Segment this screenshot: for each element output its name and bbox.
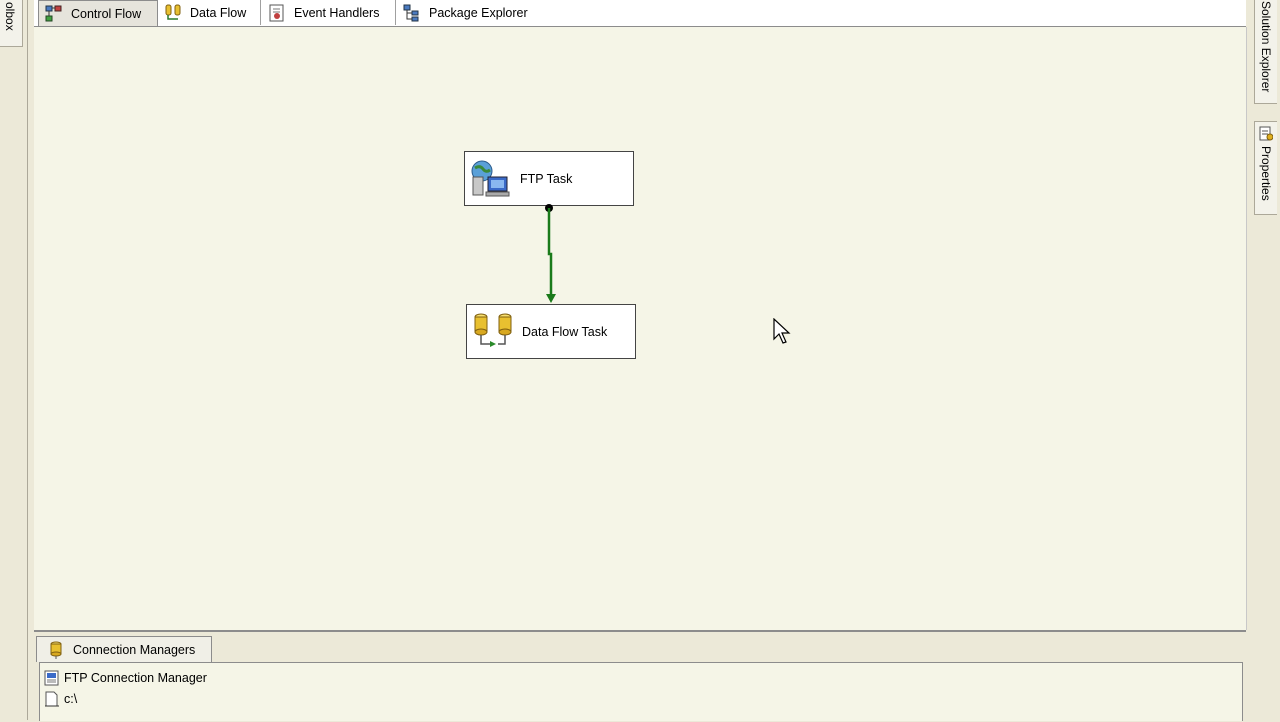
- toolbox-tab-label: olbox: [3, 2, 17, 31]
- left-dock-strip: olbox: [0, 0, 28, 720]
- control-flow-canvas[interactable]: FTP Task Data Flow Task: [34, 27, 1247, 630]
- connection-label: FTP Connection Manager: [64, 671, 207, 685]
- tab-label: Package Explorer: [429, 5, 528, 20]
- designer-tab-bar: Control Flow Data Flow Event Handlers Pa…: [34, 0, 1246, 27]
- connection-managers-list[interactable]: FTP Connection Manager c:\: [39, 662, 1243, 721]
- package-explorer-icon: [403, 4, 421, 22]
- tab-label: Control Flow: [71, 6, 142, 21]
- ftp-connection-icon: [44, 670, 60, 686]
- task-label: FTP Task: [520, 171, 573, 186]
- solution-explorer-tab[interactable]: Solution Explorer: [1254, 0, 1277, 104]
- data-flow-task-box[interactable]: Data Flow Task: [466, 304, 636, 359]
- mouse-cursor-icon: [773, 318, 791, 344]
- tab-label: Data Flow: [190, 5, 247, 20]
- ftp-task-icon: [470, 159, 510, 199]
- properties-tab[interactable]: Properties: [1254, 121, 1277, 215]
- tab-control-flow[interactable]: Control Flow: [38, 0, 158, 26]
- data-flow-icon: [164, 4, 182, 22]
- toolbox-tab[interactable]: olbox: [0, 0, 23, 47]
- task-label: Data Flow Task: [522, 324, 608, 339]
- event-handlers-icon: [268, 4, 286, 22]
- constraint-line: [547, 208, 553, 296]
- precedence-constraint-arrow[interactable]: [539, 204, 561, 304]
- tab-data-flow[interactable]: Data Flow: [158, 0, 261, 25]
- tab-label: Event Handlers: [294, 5, 380, 20]
- data-flow-task-icon: [472, 312, 512, 352]
- solution-explorer-label: Solution Explorer: [1259, 1, 1273, 93]
- connection-managers-tab[interactable]: Connection Managers: [36, 636, 212, 662]
- connection-label: c:\: [64, 692, 78, 706]
- connection-managers-tab-label: Connection Managers: [73, 642, 196, 657]
- list-item[interactable]: c:\: [44, 689, 77, 709]
- list-item[interactable]: FTP Connection Manager: [44, 668, 207, 688]
- file-connection-icon: [44, 691, 60, 707]
- connection-managers-icon: [48, 641, 64, 659]
- properties-icon: [1259, 126, 1274, 142]
- constraint-arrowhead: [546, 294, 556, 303]
- tab-event-handlers[interactable]: Event Handlers: [262, 0, 396, 25]
- ftp-task-box[interactable]: FTP Task: [464, 151, 634, 206]
- tab-package-explorer[interactable]: Package Explorer: [397, 0, 547, 25]
- properties-label: Properties: [1259, 146, 1273, 201]
- control-flow-icon: [45, 5, 63, 23]
- right-dock-strip: Solution Explorer Properties: [1250, 0, 1280, 720]
